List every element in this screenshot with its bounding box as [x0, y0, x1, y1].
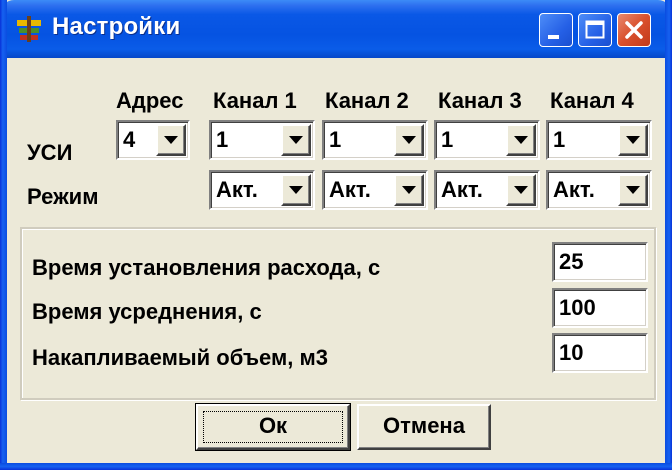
channel-1-mode-dropdown-button[interactable]: [281, 174, 311, 206]
title-bar[interactable]: Настройки: [0, 0, 672, 58]
channel-4-select[interactable]: 1: [546, 120, 652, 160]
address-select[interactable]: 4: [116, 120, 190, 160]
channel-4-header: Канал 4: [550, 88, 634, 113]
ok-button-label: Ок: [258, 413, 288, 438]
chevron-down-icon: [289, 136, 303, 144]
channel-3-header: Канал 3: [438, 88, 522, 113]
channel-4-dropdown-button[interactable]: [618, 124, 648, 156]
window-frame-bottom: [0, 463, 672, 470]
chevron-down-icon: [514, 186, 528, 194]
channel-3-mode-dropdown-button[interactable]: [506, 174, 536, 206]
window-title: Настройки: [52, 13, 181, 40]
channel-3-select-value: 1: [441, 127, 454, 152]
channel-2-dropdown-button[interactable]: [394, 124, 424, 156]
chevron-down-icon: [626, 186, 640, 194]
close-button[interactable]: [617, 13, 651, 47]
cancel-button[interactable]: Отмена: [357, 404, 491, 450]
window-frame-right: [665, 0, 672, 470]
accumulated-volume-value: 10: [559, 340, 584, 365]
channel-3-select[interactable]: 1: [434, 120, 540, 160]
channel-2-header: Канал 2: [325, 88, 409, 113]
minimize-icon: [548, 35, 559, 39]
channel-1-select-value: 1: [216, 127, 229, 152]
chevron-down-icon: [402, 136, 416, 144]
maximize-button[interactable]: [578, 13, 612, 47]
averaging-time-label: Время усреднения, с: [32, 299, 262, 324]
close-icon: [625, 21, 643, 39]
window-frame-left: [0, 0, 7, 470]
accumulated-volume-input[interactable]: 10: [552, 333, 648, 373]
cancel-button-label: Отмена: [383, 413, 465, 438]
channel-1-mode-value: Акт.: [216, 177, 258, 202]
settings-window: Настройки Адрес Канал 1 Канал 2 Канал 3 …: [0, 0, 672, 470]
address-select-value: 4: [123, 127, 136, 152]
averaging-time-input[interactable]: 100: [552, 288, 648, 328]
chevron-down-icon: [514, 136, 528, 144]
app-tree-icon: [17, 16, 41, 42]
settling-time-input[interactable]: 25: [552, 242, 648, 282]
channel-2-select-value: 1: [329, 127, 342, 152]
dialog-client-area: Адрес Канал 1 Канал 2 Канал 3 Канал 4 УС…: [7, 58, 665, 463]
settling-time-label: Время установления расхода, с: [32, 255, 381, 280]
channel-2-mode-dropdown-button[interactable]: [394, 174, 424, 206]
channel-1-dropdown-button[interactable]: [281, 124, 311, 156]
channel-2-select[interactable]: 1: [322, 120, 428, 160]
chevron-down-icon: [402, 186, 416, 194]
channel-2-mode-value: Акт.: [329, 177, 371, 202]
channel-1-select[interactable]: 1: [209, 120, 315, 160]
accumulated-volume-label: Накапливаемый объем, м3: [32, 345, 329, 370]
channel-1-header: Канал 1: [213, 88, 297, 113]
chevron-down-icon: [164, 136, 178, 144]
channel-4-select-value: 1: [553, 127, 566, 152]
chevron-down-icon: [626, 136, 640, 144]
channel-4-mode-value: Акт.: [553, 177, 595, 202]
averaging-time-value: 100: [559, 295, 596, 320]
channel-4-mode-select[interactable]: Акт.: [546, 170, 652, 210]
channel-3-mode-select[interactable]: Акт.: [434, 170, 540, 210]
address-header: Адрес: [116, 88, 184, 113]
usi-label: УСИ: [27, 140, 73, 165]
channel-3-mode-value: Акт.: [441, 177, 483, 202]
channel-1-mode-select[interactable]: Акт.: [209, 170, 315, 210]
minimize-button[interactable]: [539, 13, 573, 47]
maximize-icon: [585, 20, 605, 39]
mode-label: Режим: [27, 184, 99, 209]
address-dropdown-button[interactable]: [156, 124, 186, 156]
ok-button[interactable]: Ок: [195, 403, 351, 451]
channel-3-dropdown-button[interactable]: [506, 124, 536, 156]
channel-2-mode-select[interactable]: Акт.: [322, 170, 428, 210]
chevron-down-icon: [289, 186, 303, 194]
channel-4-mode-dropdown-button[interactable]: [618, 174, 648, 206]
settling-time-value: 25: [559, 249, 584, 274]
